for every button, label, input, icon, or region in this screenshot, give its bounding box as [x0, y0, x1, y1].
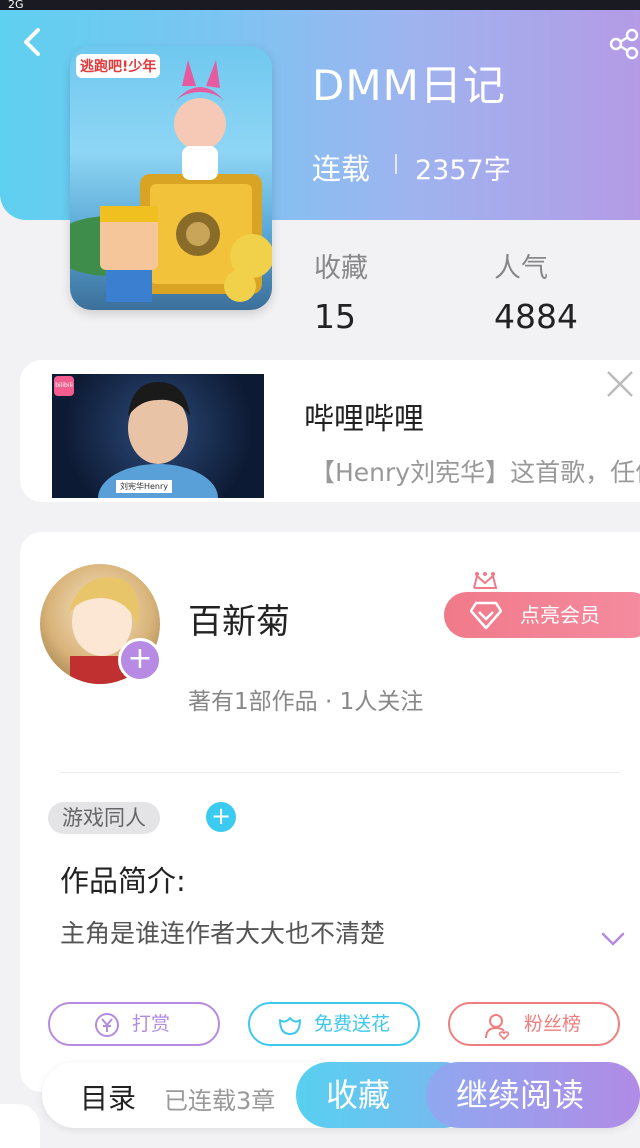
table-of-contents-link[interactable]: 目录 [80, 1077, 136, 1117]
membership-label: 点亮会员 [520, 603, 600, 627]
cover-logo: 逃跑吧!少年 [76, 54, 161, 78]
chevron-left-icon [24, 28, 40, 56]
flower-icon [279, 1017, 301, 1035]
chevron-down-icon[interactable] [600, 930, 626, 948]
continue-reading-button[interactable]: 继续阅读 [426, 1062, 640, 1128]
ad-close-button[interactable] [602, 366, 638, 402]
share-button[interactable] [608, 28, 640, 60]
share-icon [609, 28, 639, 60]
stat-label-favorites: 收藏 [314, 253, 368, 284]
ad-badge: bilibili [54, 376, 74, 396]
plus-icon: + [127, 641, 153, 676]
fan-ranking-button[interactable]: 粉丝榜 [448, 1002, 620, 1046]
intro-text: 主角是谁连作者大大也不清楚 [60, 919, 386, 948]
ad-description: 【Henry刘宪华】这首歌，任何时候听到都会心动！ [310, 458, 640, 487]
fan-ranking-label: 粉丝榜 [524, 1013, 582, 1035]
ad-image-caption: 刘宪华Henry [116, 480, 173, 493]
activate-membership-button[interactable]: 点亮会员 [444, 592, 640, 638]
user-icon [485, 1014, 510, 1040]
stat-label-popularity: 人气 [494, 253, 548, 284]
author-meta: 著有1部作品 · 1人关注 [188, 689, 424, 715]
book-cover[interactable]: 逃跑吧!少年 [70, 46, 272, 310]
tip-button[interactable]: 打赏 [48, 1002, 220, 1046]
yen-icon [95, 1013, 119, 1037]
book-status: 连载 [312, 152, 371, 186]
cover-illustration [70, 60, 272, 302]
ad-card[interactable]: bilibili 刘宪华Henry 哔哩哔哩 【Henry刘宪华】这首歌，任何时… [20, 360, 640, 502]
back-button[interactable] [18, 24, 48, 60]
crown-icon [473, 572, 498, 589]
author-name: 百新菊 [188, 602, 290, 642]
plus-icon: + [210, 802, 232, 830]
close-icon [607, 371, 633, 397]
chapter-count: 已连载3章 [164, 1087, 276, 1115]
stat-value-favorites: 15 [314, 297, 356, 336]
tip-label: 打赏 [132, 1013, 171, 1035]
send-flower-label: 免费送花 [314, 1013, 391, 1035]
send-flower-button[interactable]: 免费送花 [248, 1002, 420, 1046]
stat-value-popularity: 4884 [494, 297, 578, 336]
follow-author-button[interactable]: + [118, 638, 162, 682]
intro-title: 作品简介: [60, 864, 186, 898]
divider [60, 772, 620, 773]
book-title: DMM日记 [312, 61, 506, 110]
status-bar: 2G [0, 0, 640, 10]
diamond-icon [470, 601, 502, 630]
genre-tag[interactable]: 游戏同人 [48, 802, 160, 834]
bottom-bar: 目录 已连载3章 收藏 继续阅读 [42, 1062, 640, 1128]
ad-title: 哔哩哔哩 [304, 402, 424, 437]
status-divider [395, 154, 397, 174]
add-tag-button[interactable]: + [206, 802, 236, 832]
bottom-left-corner [0, 1104, 40, 1148]
ad-image: bilibili 刘宪华Henry [52, 374, 264, 498]
word-count: 2357字 [415, 155, 511, 186]
